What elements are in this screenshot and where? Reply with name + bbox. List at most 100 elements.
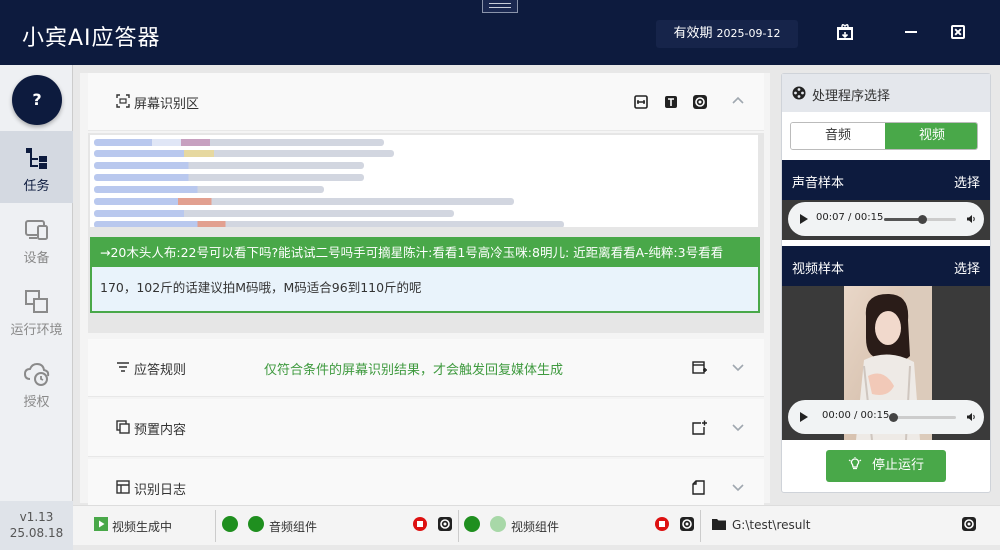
audio-component-label: 音频组件 xyxy=(269,520,318,534)
screen-recognition-area: →20木头人布:22号可以看下吗?能试试二号吗手可摘星陈汁:看看1号高冷玉咪:8… xyxy=(88,133,764,333)
section-title: 屏幕识别区 xyxy=(134,97,200,112)
validity-badge: 有效期 2025-09-12 xyxy=(656,20,798,48)
video-progress-knob[interactable] xyxy=(889,413,899,422)
app-title: 小宾AI应答器 xyxy=(22,26,161,51)
video-status-dot xyxy=(490,516,506,532)
video-status-dot xyxy=(464,516,480,532)
log-icon xyxy=(116,480,130,494)
ocr-reply-line: 170，102斤的话建议拍M码哦，M码适合96到110斤的呢 xyxy=(100,280,422,295)
audio-sample-title: 声音样本 xyxy=(792,176,845,191)
screen-capture-icon xyxy=(116,94,130,108)
processor-panel-title: 处理程序选择 xyxy=(812,89,891,104)
task-icon xyxy=(26,148,47,169)
video-settings-icon[interactable] xyxy=(679,516,695,532)
video-player: 00:00 / 00:15 xyxy=(788,400,984,434)
status-divider xyxy=(458,510,459,542)
drag-handle[interactable] xyxy=(482,0,518,13)
license-icon xyxy=(24,362,50,386)
chevron-up-icon[interactable] xyxy=(732,95,744,107)
volume-icon[interactable] xyxy=(966,412,976,422)
help-button[interactable]: ? xyxy=(12,75,62,125)
chevron-down-icon[interactable] xyxy=(732,361,744,373)
audio-player: 00:07 / 00:15 xyxy=(788,202,984,236)
lightbulb-icon xyxy=(848,457,862,470)
preset-section-header[interactable]: 预置内容 xyxy=(88,399,764,457)
sidebar-item-license[interactable]: 授权 xyxy=(0,347,73,419)
version-info: v1.13 25.08.18 xyxy=(0,501,73,550)
video-time: 00:00 / 00:15 xyxy=(822,410,890,421)
status-divider xyxy=(700,510,701,542)
video-playing-icon xyxy=(94,517,108,531)
captured-screen-image xyxy=(90,135,758,227)
copy-icon xyxy=(116,420,130,434)
audio-status-dot xyxy=(222,516,238,532)
folder-icon xyxy=(712,519,726,530)
video-sample-header: 视频样本 选择 xyxy=(782,246,990,286)
video-sample-box: 视频样本 选择 00:00 / 00:15 xyxy=(782,246,990,440)
validity-label: 有效期 xyxy=(673,26,713,41)
sidebar-item-label: 授权 xyxy=(23,395,50,410)
audio-progress-track[interactable] xyxy=(884,215,956,224)
video-select-button[interactable]: 选择 xyxy=(954,258,980,277)
sidebar-item-label: 任务 xyxy=(23,179,50,194)
clear-log-icon[interactable] xyxy=(692,480,705,495)
video-progress-track[interactable] xyxy=(889,413,956,422)
status-bar: 视频生成中 音频组件 视频组件 G:\test\result xyxy=(73,505,1000,545)
audio-progress-fill xyxy=(884,218,923,221)
minimize-button[interactable] xyxy=(905,31,917,33)
build-date: 25.08.18 xyxy=(9,526,64,540)
title-bar: 小宾AI应答器 有效期 2025-09-12 xyxy=(0,0,1000,65)
rules-section-header[interactable]: 应答规则 仅符合条件的屏幕识别结果，才会触发回复媒体生成 xyxy=(88,339,764,397)
status-divider xyxy=(215,510,216,542)
validity-date: 2025-09-12 xyxy=(716,27,781,40)
section-title: 应答规则 xyxy=(134,363,187,378)
sidebar: ? 任务 设备 运行环境 授权 v1.13 25.08.18 xyxy=(0,65,73,550)
sidebar-item-label: 设备 xyxy=(23,251,50,266)
section-title: 识别日志 xyxy=(134,483,187,498)
sidebar-item-task[interactable]: 任务 xyxy=(0,131,73,203)
screen-section-header[interactable]: 屏幕识别区 xyxy=(88,73,764,131)
region-select-icon[interactable] xyxy=(634,95,648,109)
add-preset-icon[interactable] xyxy=(692,420,707,435)
stop-button[interactable]: 停止运行 xyxy=(826,450,946,482)
sidebar-item-environment[interactable]: 运行环境 xyxy=(0,275,73,347)
sidebar-item-label: 运行环境 xyxy=(10,323,63,338)
screen-settings-icon[interactable] xyxy=(692,94,708,110)
audio-status-dot xyxy=(248,516,264,532)
audio-settings-icon[interactable] xyxy=(437,516,453,532)
text-mode-icon[interactable] xyxy=(664,95,678,109)
stop-button-label: 停止运行 xyxy=(871,458,924,473)
video-component-label: 视频组件 xyxy=(511,520,560,534)
version-number: v1.13 xyxy=(19,510,54,524)
output-settings-icon[interactable] xyxy=(961,516,977,532)
audio-record-icon[interactable] xyxy=(413,517,427,531)
audio-sample-header: 声音样本 选择 xyxy=(782,160,990,200)
chevron-down-icon[interactable] xyxy=(732,481,744,493)
play-icon[interactable] xyxy=(800,214,808,224)
audio-progress-knob[interactable] xyxy=(918,215,928,224)
tab-video[interactable]: 视频 xyxy=(885,123,977,149)
tab-audio[interactable]: 音频 xyxy=(791,123,885,149)
gift-icon[interactable] xyxy=(835,22,855,42)
chevron-down-icon[interactable] xyxy=(732,421,744,433)
film-reel-icon xyxy=(792,86,806,100)
play-icon[interactable] xyxy=(800,412,808,422)
processor-panel-header: 处理程序选择 xyxy=(782,74,990,112)
ocr-result-line: →20木头人布:22号可以看下吗?能试试二号吗手可摘星陈汁:看看1号高冷玉咪:8… xyxy=(92,239,758,267)
sidebar-item-device[interactable]: 设备 xyxy=(0,203,73,275)
video-record-icon[interactable] xyxy=(655,517,669,531)
main-panel: 屏幕识别区 →20木头人布:22号可以看下吗?能试试二号吗手可摘星陈汁:看看1号… xyxy=(80,73,770,517)
audio-time: 00:07 / 00:15 xyxy=(816,212,884,223)
close-button[interactable] xyxy=(951,25,965,39)
result-path[interactable]: G:\test\result xyxy=(732,518,810,532)
video-status-text: 视频生成中 xyxy=(112,520,173,534)
volume-icon[interactable] xyxy=(966,214,976,224)
add-rule-icon[interactable] xyxy=(692,360,707,375)
section-title: 预置内容 xyxy=(134,423,187,438)
audio-select-button[interactable]: 选择 xyxy=(954,172,980,191)
filter-icon xyxy=(117,362,129,372)
processor-panel: 处理程序选择 音频 视频 声音样本 选择 00:07 / 00:15 视频样本 xyxy=(781,73,991,493)
rules-description: 仅符合条件的屏幕识别结果，才会触发回复媒体生成 xyxy=(264,363,564,378)
audio-sample-box: 声音样本 选择 00:07 / 00:15 xyxy=(782,160,990,240)
environment-icon xyxy=(25,290,48,313)
